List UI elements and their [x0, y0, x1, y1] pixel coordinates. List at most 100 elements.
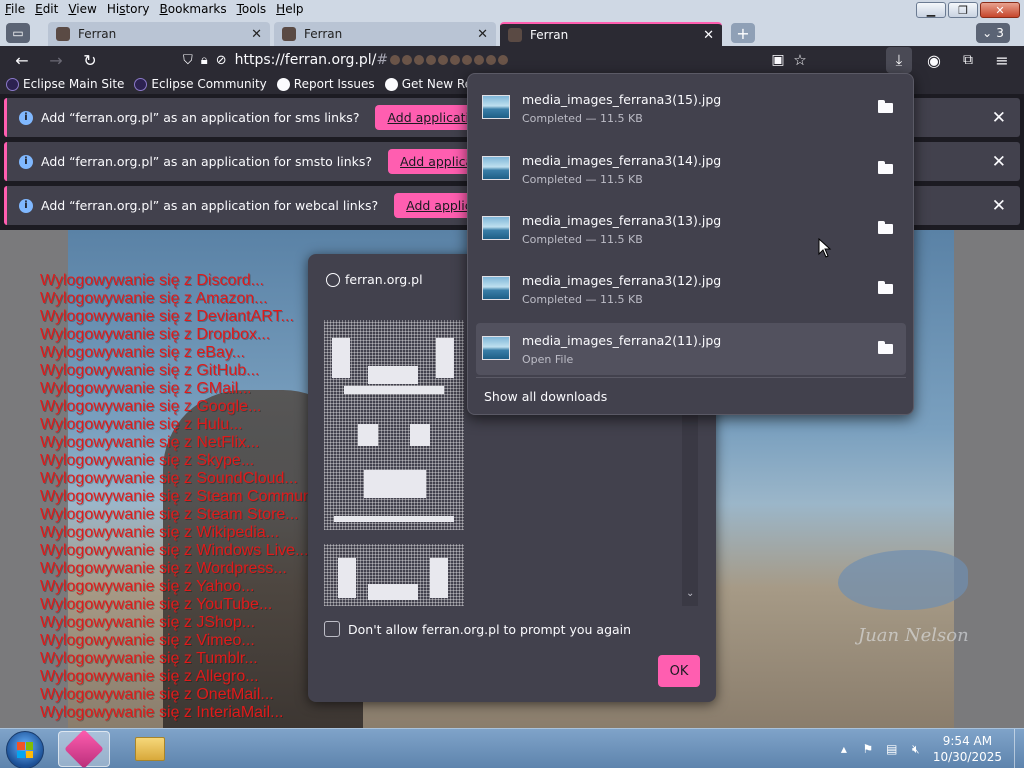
show-hidden-icons-chevron-icon[interactable]: ▴ [837, 742, 851, 756]
bookmark-report-issues[interactable]: Report Issues [276, 77, 375, 91]
logout-line: Wylogowywanie się z Hulu... [40, 416, 243, 433]
menu-help[interactable]: Help [271, 0, 308, 20]
restore-button[interactable]: ❐ [948, 2, 978, 18]
tab-favicon-icon [282, 27, 296, 41]
bookmark-star-icon[interactable]: ☆ [788, 49, 812, 71]
extensions-icon[interactable]: ⧉ [956, 49, 980, 71]
tab-close-icon[interactable]: ✕ [703, 28, 714, 43]
show-all-downloads-button[interactable]: Show all downloads [484, 389, 607, 404]
logout-line: Wylogowywanie się z Dropbox... [40, 326, 271, 343]
logout-line: Wylogowywanie się z Google... [40, 398, 262, 415]
start-button[interactable] [6, 731, 44, 768]
checkbox[interactable] [324, 621, 340, 637]
tab-title: Ferran [78, 27, 117, 41]
bookmark-eclipse-community[interactable]: Eclipse Community [134, 77, 267, 91]
image-file-icon [482, 216, 510, 240]
download-status: Completed — 11.5 KB [522, 233, 643, 246]
menu-hamburger-icon[interactable]: ≡ [990, 49, 1014, 71]
forward-button[interactable]: → [44, 49, 68, 71]
logout-line: Wylogowywanie się z YouTube... [40, 596, 273, 613]
ascii-art-cat-partial [324, 544, 464, 606]
logout-line: Wylogowywanie się z Vimeo... [40, 632, 255, 649]
tab-3-active[interactable]: Ferran ✕ [500, 22, 722, 46]
info-icon: i [19, 154, 33, 169]
menu-file[interactable]: File [0, 0, 30, 20]
ok-button[interactable]: OK [658, 655, 700, 687]
notification-message: Add “ferran.org.pl” as an application fo… [41, 154, 373, 169]
new-tab-button[interactable]: + [731, 23, 755, 43]
close-window-button[interactable]: ✕ [980, 2, 1020, 18]
download-item[interactable]: media_images_ferrana3(13).jpg Completed … [476, 203, 906, 255]
permissions-blocked-icon[interactable]: ⊘ [216, 53, 227, 68]
tab-1[interactable]: Ferran ✕ [48, 22, 270, 46]
tab-2[interactable]: Ferran ✕ [274, 22, 496, 46]
taskbar-explorer-button[interactable] [124, 731, 176, 767]
navigation-toolbar: ← → ↻ ⛉ 🔒︎ ⊘ https://ferran.org.pl/# ▣ ☆… [0, 46, 1024, 74]
tab-title: Ferran [530, 28, 569, 42]
url-bar[interactable]: ⛉ 🔒︎ ⊘ https://ferran.org.pl/# [177, 48, 817, 72]
show-desktop-button[interactable] [1014, 729, 1024, 768]
download-item-hovered[interactable]: media_images_ferrana2(11).jpg Open File [476, 323, 906, 375]
system-tray: ▴ ⚑ ▤ 🔇︎ 9:54 AM 10/30/2025 [837, 729, 1016, 768]
taskbar-browser-button[interactable] [58, 729, 110, 768]
menu-view[interactable]: View [63, 0, 101, 20]
download-icon: ⤓ [895, 51, 903, 69]
action-center-flag-icon[interactable]: ⚑ [861, 742, 875, 756]
dont-allow-checkbox[interactable]: Don't allow ferran.org.pl to prompt you … [324, 621, 631, 637]
shield-icon[interactable]: ⛉ [183, 53, 193, 68]
close-icon[interactable]: ✕ [992, 108, 1006, 128]
logout-line: Wylogowywanie się z DeviantART... [40, 308, 294, 325]
picture-icon[interactable]: ▣ [766, 49, 790, 71]
dialog-scrollbar[interactable] [682, 384, 698, 606]
volume-muted-icon[interactable]: 🔇︎ [909, 742, 923, 756]
checkbox-label: Don't allow ferran.org.pl to prompt you … [348, 621, 632, 637]
tab-close-icon[interactable]: ✕ [251, 27, 262, 42]
lock-icon[interactable]: 🔒︎ [201, 53, 208, 68]
network-icon[interactable]: ▤ [885, 742, 899, 756]
logout-line: Wylogowywanie się z GMail... [40, 380, 252, 397]
logout-line: Wylogowywanie się z GitHub... [40, 362, 260, 379]
eclipse-icon [6, 77, 19, 91]
logout-line: Wylogowywanie się z Discord... [40, 272, 264, 289]
image-file-icon [482, 276, 510, 300]
reload-icon: ↻ [83, 50, 97, 70]
download-item[interactable]: media_images_ferrana3(14).jpg Completed … [476, 143, 906, 195]
tab-close-icon[interactable]: ✕ [477, 27, 488, 42]
minimize-button[interactable]: ▁ [916, 2, 946, 18]
clock[interactable]: 9:54 AM 10/30/2025 [933, 733, 1002, 765]
github-icon [384, 77, 398, 91]
download-status: Completed — 11.5 KB [522, 112, 643, 125]
image-file-icon [482, 156, 510, 180]
download-item[interactable]: media_images_ferrana3(15).jpg Completed … [476, 82, 906, 134]
menu-bookmarks[interactable]: Bookmarks [155, 0, 232, 20]
download-item[interactable]: media_images_ferrana3(12).jpg Completed … [476, 263, 906, 315]
logout-line: Wylogowywanie się z Skype... [40, 452, 255, 469]
menu-edit[interactable]: Edit [30, 0, 63, 20]
reload-button[interactable]: ↻ [78, 49, 102, 71]
account-icon[interactable]: ◉ [922, 49, 946, 71]
folder-icon[interactable] [878, 100, 894, 113]
menu-history[interactable]: History [102, 0, 155, 20]
globe-icon [326, 272, 340, 287]
folder-icon[interactable] [878, 161, 894, 174]
logout-line: Wylogowywanie się z InteriaMail... [40, 704, 284, 721]
firefox-view-icon: ▭ [12, 26, 24, 40]
folder-icon[interactable] [878, 221, 894, 234]
clock-time: 9:54 AM [942, 734, 993, 748]
folder-icon[interactable] [878, 341, 894, 354]
eclipse-icon [134, 77, 148, 91]
scroll-down-arrow-icon[interactable]: ⌄ [686, 588, 694, 599]
firefox-view-button[interactable]: ▭ [6, 23, 30, 43]
close-icon[interactable]: ✕ [992, 196, 1006, 216]
bookmark-eclipse-main-site[interactable]: Eclipse Main Site [6, 77, 124, 91]
back-button[interactable]: ← [10, 49, 34, 71]
chevron-down-icon: ⌄ [982, 26, 993, 40]
downloads-button[interactable]: ⤓ [886, 47, 912, 73]
menu-tools[interactable]: Tools [232, 0, 272, 20]
folder-icon[interactable] [878, 281, 894, 294]
list-all-tabs-button[interactable]: ⌄ 3 [976, 23, 1010, 43]
close-icon[interactable]: ✕ [992, 152, 1006, 172]
logout-line: Wylogowywanie się z SoundCloud... [40, 470, 298, 487]
logout-line: Wylogowywanie się z Steam Commun [40, 488, 312, 505]
logout-line: Wylogowywanie się z Allegro... [40, 668, 259, 685]
